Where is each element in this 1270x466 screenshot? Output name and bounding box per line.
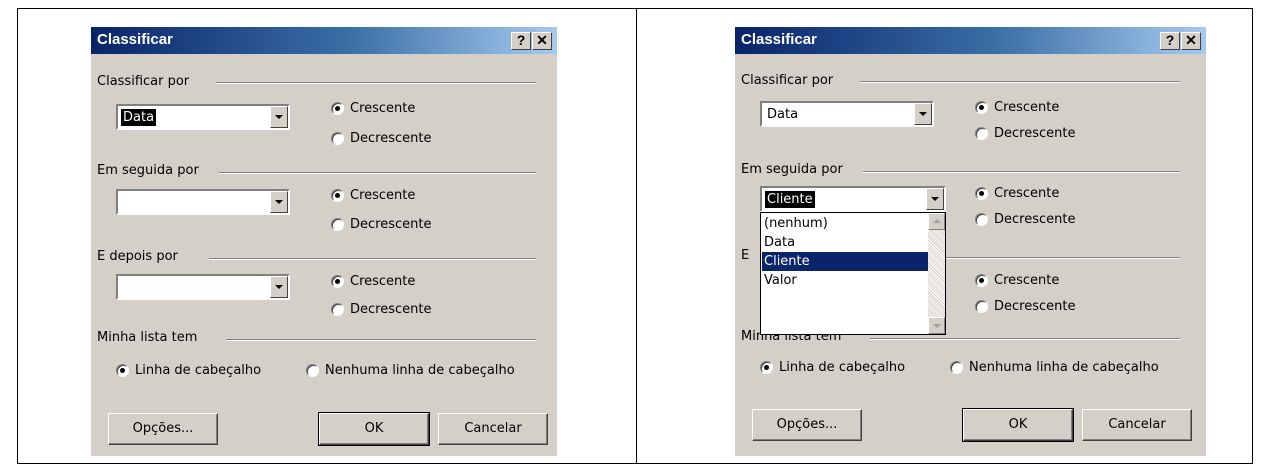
combo-value: [121, 194, 125, 211]
radio-label: Decrescente: [994, 212, 1076, 227]
radio-label: Nenhuma linha de cabeçalho: [969, 360, 1159, 375]
group-divider: [226, 339, 536, 341]
group-divider: [863, 171, 1180, 173]
then-by-label: Em seguida por: [741, 162, 843, 177]
cancel-button[interactable]: Cancelar: [438, 413, 548, 445]
radio-icon: [306, 364, 319, 377]
options-button[interactable]: Opções...: [108, 413, 218, 445]
radio-label: Crescente: [994, 186, 1060, 201]
dropdown-option[interactable]: (nenhum): [762, 214, 928, 233]
radio-label: Linha de cabeçalho: [779, 360, 906, 375]
group-divider: [870, 338, 1180, 340]
combo-value: Data: [121, 109, 157, 126]
chevron-down-icon[interactable]: [926, 188, 944, 210]
group-divider: [216, 82, 536, 84]
sort-by-label: Classificar por: [741, 73, 834, 88]
scroll-down-icon[interactable]: [928, 317, 945, 334]
chevron-down-icon[interactable]: [270, 276, 288, 298]
radio-label: Decrescente: [994, 126, 1076, 141]
radio-selected-icon: [975, 101, 988, 114]
ok-button[interactable]: OK: [318, 412, 430, 446]
radio-icon: [975, 127, 988, 140]
options-button[interactable]: Opções...: [752, 409, 862, 441]
dropdown-scrollbar[interactable]: [928, 213, 945, 334]
close-button[interactable]: ✕: [1181, 32, 1201, 50]
sort-by-combo[interactable]: Data: [760, 101, 934, 127]
help-button[interactable]: ?: [1160, 32, 1180, 50]
dropdown-option[interactable]: Valor: [762, 271, 928, 290]
radio-label: Crescente: [350, 101, 416, 116]
frame-divider: [636, 8, 637, 464]
close-button[interactable]: ✕: [532, 32, 552, 50]
and-then-by-label: E depois por: [97, 249, 178, 264]
radio-selected-icon: [331, 102, 344, 115]
combo-value: [121, 279, 125, 296]
sort-by-combo[interactable]: Data: [116, 104, 290, 130]
radio-label: Decrescente: [350, 302, 432, 317]
combo-value: Cliente: [765, 191, 815, 208]
and-then-by-combo[interactable]: [116, 274, 290, 300]
dialog-title: Classificar: [741, 31, 817, 48]
radio-selected-icon: [331, 189, 344, 202]
radio-label: Crescente: [350, 188, 416, 203]
then-by-label: Em seguida por: [97, 163, 199, 178]
title-bar[interactable]: Classificar ? ✕: [735, 27, 1206, 54]
scroll-up-icon[interactable]: [928, 213, 945, 230]
sort-by-label: Classificar por: [97, 74, 190, 89]
radio-label: Crescente: [350, 274, 416, 289]
radio-label: Decrescente: [994, 299, 1076, 314]
radio-label: Crescente: [994, 100, 1060, 115]
dropdown-option[interactable]: Cliente: [762, 252, 928, 271]
radio-selected-icon: [975, 187, 988, 200]
radio-icon: [331, 132, 344, 145]
then-by-combo[interactable]: [116, 189, 290, 215]
radio-icon: [975, 213, 988, 226]
title-bar[interactable]: Classificar ? ✕: [91, 27, 557, 54]
radio-selected-icon: [975, 274, 988, 287]
radio-label: Decrescente: [350, 131, 432, 146]
radio-label: Crescente: [994, 273, 1060, 288]
radio-label: Linha de cabeçalho: [135, 363, 262, 378]
combo-value: Data: [767, 107, 799, 122]
radio-selected-icon: [331, 275, 344, 288]
radio-icon: [975, 300, 988, 313]
help-button[interactable]: ?: [511, 32, 531, 50]
ok-button[interactable]: OK: [962, 408, 1074, 442]
and-then-by-label: E: [741, 248, 750, 263]
chevron-down-icon[interactable]: [270, 106, 288, 128]
cancel-button[interactable]: Cancelar: [1082, 409, 1192, 441]
radio-label: Decrescente: [350, 217, 432, 232]
then-by-combo[interactable]: Cliente: [760, 186, 946, 212]
group-divider: [219, 172, 536, 174]
radio-icon: [331, 218, 344, 231]
group-divider: [209, 258, 536, 260]
sort-dialog-right: Classificar ? ✕ Classificar por Data Cre…: [735, 27, 1206, 456]
sort-dialog-left: Classificar ? ✕ Classificar por Data Cre…: [91, 27, 557, 456]
radio-selected-icon: [760, 361, 773, 374]
radio-selected-icon: [116, 364, 129, 377]
chevron-down-icon[interactable]: [270, 191, 288, 213]
radio-icon: [331, 303, 344, 316]
radio-icon: [950, 361, 963, 374]
dialog-title: Classificar: [97, 31, 173, 48]
group-divider: [860, 81, 1180, 83]
chevron-down-icon[interactable]: [914, 103, 932, 125]
then-by-dropdown-list[interactable]: (nenhum) Data Cliente Valor: [760, 212, 946, 335]
dropdown-option[interactable]: Data: [762, 233, 928, 252]
header-row-label: Minha lista tem: [97, 330, 198, 345]
radio-label: Nenhuma linha de cabeçalho: [325, 363, 515, 378]
